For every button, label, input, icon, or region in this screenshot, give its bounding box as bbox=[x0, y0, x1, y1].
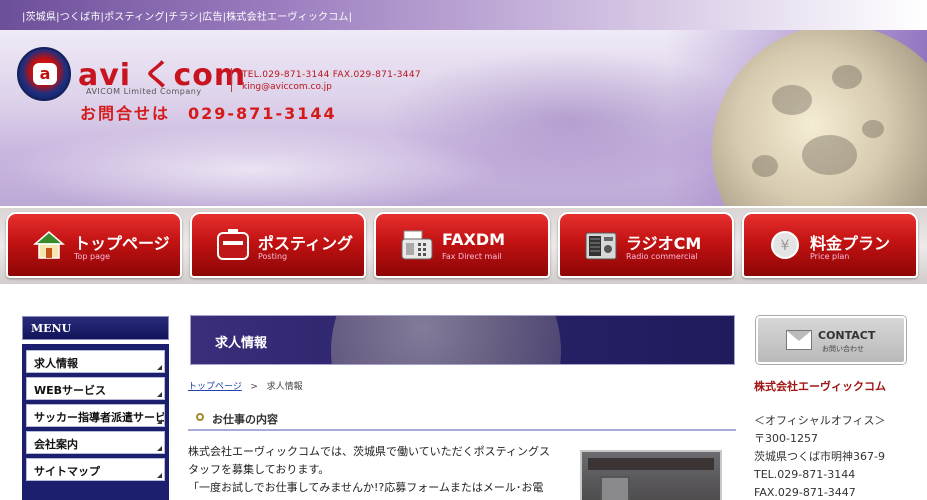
company-address: ＜オフィシャルオフィス＞ 〒300-1257 茨城県つくば市明神367-9 TE… bbox=[754, 412, 886, 500]
page-banner: 求人情報 bbox=[190, 315, 735, 365]
logo-subtitle: AVICOM Limited Company bbox=[86, 87, 202, 96]
bullet-icon bbox=[196, 413, 204, 421]
menu-item-web-service[interactable]: WEBサービス bbox=[26, 377, 165, 400]
page-title: 求人情報 bbox=[215, 336, 268, 351]
breadcrumb-current: 求人情報 bbox=[266, 382, 303, 392]
house-icon bbox=[32, 228, 66, 262]
nav-sublabel: Fax Direct mail bbox=[442, 252, 502, 261]
menu-item-company[interactable]: 会社案内 bbox=[26, 431, 165, 454]
phone-number: TEL.029-871-3144 bbox=[754, 468, 856, 481]
nav-label: FAXDM bbox=[442, 230, 506, 249]
menu-header: MENU bbox=[22, 316, 169, 340]
nav-label: トップページ bbox=[74, 234, 170, 253]
nav-price-plan[interactable]: ¥ 料金プラン Price plan bbox=[742, 212, 918, 278]
company-name: 株式会社エーヴィックコム bbox=[754, 380, 886, 393]
inquiry-phone: お問合せは 029-871-3144 bbox=[80, 104, 337, 123]
top-strip: |茨城県|つくば市|ポスティング|チラシ|広告|株式会社エーヴィックコム| bbox=[0, 0, 927, 30]
menu-item-recruit[interactable]: 求人情報 bbox=[26, 350, 165, 373]
top-keywords: |茨城県|つくば市|ポスティング|チラシ|広告|株式会社エーヴィックコム| bbox=[22, 12, 353, 23]
header-divider bbox=[231, 68, 232, 92]
nav-sublabel: Top page bbox=[74, 252, 111, 261]
office-label: ＜オフィシャルオフィス＞ bbox=[754, 414, 886, 427]
menu-item-label: 求人情報 bbox=[34, 357, 78, 370]
mailbox-icon bbox=[216, 228, 250, 262]
nav-label: ポスティング bbox=[258, 234, 354, 253]
paragraph: 「一度お試しでお仕事してみませんか!?応募フォームまたはメール･お電 bbox=[188, 481, 544, 494]
header-tel: TEL.029-871-3144 FAX.029-871-3447 bbox=[242, 70, 421, 80]
svg-text:¥: ¥ bbox=[781, 238, 790, 254]
paragraph: 株式会社エーヴィックコムでは、茨城県で働いていただくポスティングスタッフを募集し… bbox=[188, 445, 551, 476]
breadcrumb-separator: > bbox=[250, 382, 258, 392]
nav-sublabel: Radio commercial bbox=[626, 252, 698, 261]
section-heading: お仕事の内容 bbox=[188, 405, 736, 431]
menu-item-label: WEBサービス bbox=[34, 384, 107, 397]
fax-icon bbox=[400, 228, 434, 262]
nav-posting[interactable]: ポスティング Posting bbox=[190, 212, 366, 278]
radio-icon bbox=[584, 228, 618, 262]
nav-sublabel: Posting bbox=[258, 252, 288, 261]
nav-top-page[interactable]: トップページ Top page bbox=[6, 212, 182, 278]
yen-coin-icon: ¥ bbox=[768, 228, 802, 262]
fax-number: FAX.029-871-3447 bbox=[754, 486, 856, 499]
office-photo bbox=[580, 450, 722, 500]
breadcrumb: トップページ > 求人情報 bbox=[188, 379, 303, 392]
contact-title: CONTACT bbox=[818, 329, 876, 342]
banner-moon bbox=[331, 316, 561, 364]
cloud-decoration bbox=[0, 125, 500, 206]
logo-icon[interactable]: a bbox=[17, 47, 71, 101]
job-description: 株式会社エーヴィックコムでは、茨城県で働いていただくポスティングスタッフを募集し… bbox=[188, 443, 558, 497]
menu-item-label: 会社案内 bbox=[34, 438, 78, 451]
menu-title: MENU bbox=[31, 322, 72, 335]
nav-label: ラジオCM bbox=[626, 234, 702, 253]
header-email[interactable]: king@aviccom.co.jp bbox=[242, 82, 332, 92]
global-nav: トップページ Top page ポスティング Posting FAXDM Fax… bbox=[0, 208, 927, 284]
breadcrumb-home-link[interactable]: トップページ bbox=[188, 382, 242, 392]
menu-item-label: サイトマップ bbox=[34, 465, 100, 478]
street-address: 茨城県つくば市明神367-9 bbox=[754, 450, 885, 463]
menu-item-soccer-coach[interactable]: サッカー指導者派遣サービス bbox=[26, 404, 165, 427]
nav-faxdm[interactable]: FAXDM Fax Direct mail bbox=[374, 212, 550, 278]
nav-radio-cm[interactable]: ラジオCM Radio commercial bbox=[558, 212, 734, 278]
envelope-icon bbox=[786, 330, 812, 350]
header: a avi くcom AVICOM Limited Company TEL.02… bbox=[0, 30, 927, 206]
contact-subtitle: お問い合わせ bbox=[822, 345, 864, 353]
menu-item-sitemap[interactable]: サイトマップ bbox=[26, 458, 165, 481]
nav-sublabel: Price plan bbox=[810, 252, 850, 261]
nav-label: 料金プラン bbox=[810, 234, 891, 253]
logo-letter: a bbox=[33, 63, 57, 85]
menu-item-label: サッカー指導者派遣サービス bbox=[34, 411, 164, 424]
zip-code: 〒300-1257 bbox=[754, 432, 818, 445]
section-title: お仕事の内容 bbox=[212, 413, 278, 426]
side-menu: 求人情報 WEBサービス サッカー指導者派遣サービス 会社案内 サイトマップ bbox=[22, 344, 169, 500]
contact-button[interactable]: CONTACT お問い合わせ bbox=[756, 316, 906, 364]
